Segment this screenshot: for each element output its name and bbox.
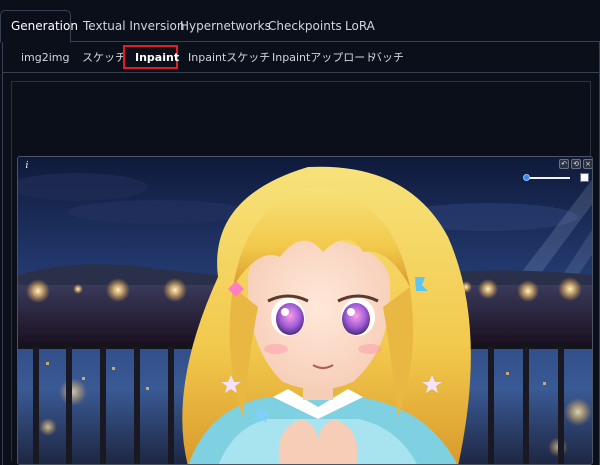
undo-icon[interactable]: ↶: [559, 159, 569, 169]
tab-checkpoints[interactable]: Checkpoints: [268, 11, 342, 42]
tab-inpaint[interactable]: Inpaint: [123, 45, 179, 69]
sub-tab-bar: img2img スケッチ Inpaint Inpaintスケッチ Inpaint…: [3, 42, 599, 73]
tab-textual-inversion[interactable]: Textual Inversion: [83, 11, 184, 42]
brush-color-swatch[interactable]: [580, 173, 589, 182]
inpaint-canvas-image[interactable]: [18, 157, 593, 465]
tab-batch[interactable]: バッチ: [371, 46, 404, 70]
tab-img2img[interactable]: img2img: [21, 46, 70, 70]
tab-hypernetworks[interactable]: Hypernetworks: [180, 11, 271, 42]
brush-size-slider[interactable]: [526, 177, 570, 179]
tab-generation[interactable]: Generation: [0, 10, 78, 43]
close-icon[interactable]: ×: [583, 159, 592, 169]
tab-inpaint-sketch[interactable]: Inpaintスケッチ: [188, 46, 270, 70]
info-icon[interactable]: i: [22, 160, 32, 172]
clear-icon[interactable]: ⟲: [571, 159, 581, 169]
tab-lora[interactable]: LoRA: [345, 11, 375, 42]
brush-size-slider-thumb[interactable]: [523, 174, 530, 181]
tab-sketch[interactable]: スケッチ: [82, 46, 126, 70]
top-tab-bar: Generation Textual Inversion Hypernetwor…: [0, 0, 600, 43]
inpaint-image-editor[interactable]: i ↶ ⟲ ×: [17, 156, 593, 465]
tab-inpaint-upload[interactable]: Inpaintアップロード: [272, 46, 376, 70]
